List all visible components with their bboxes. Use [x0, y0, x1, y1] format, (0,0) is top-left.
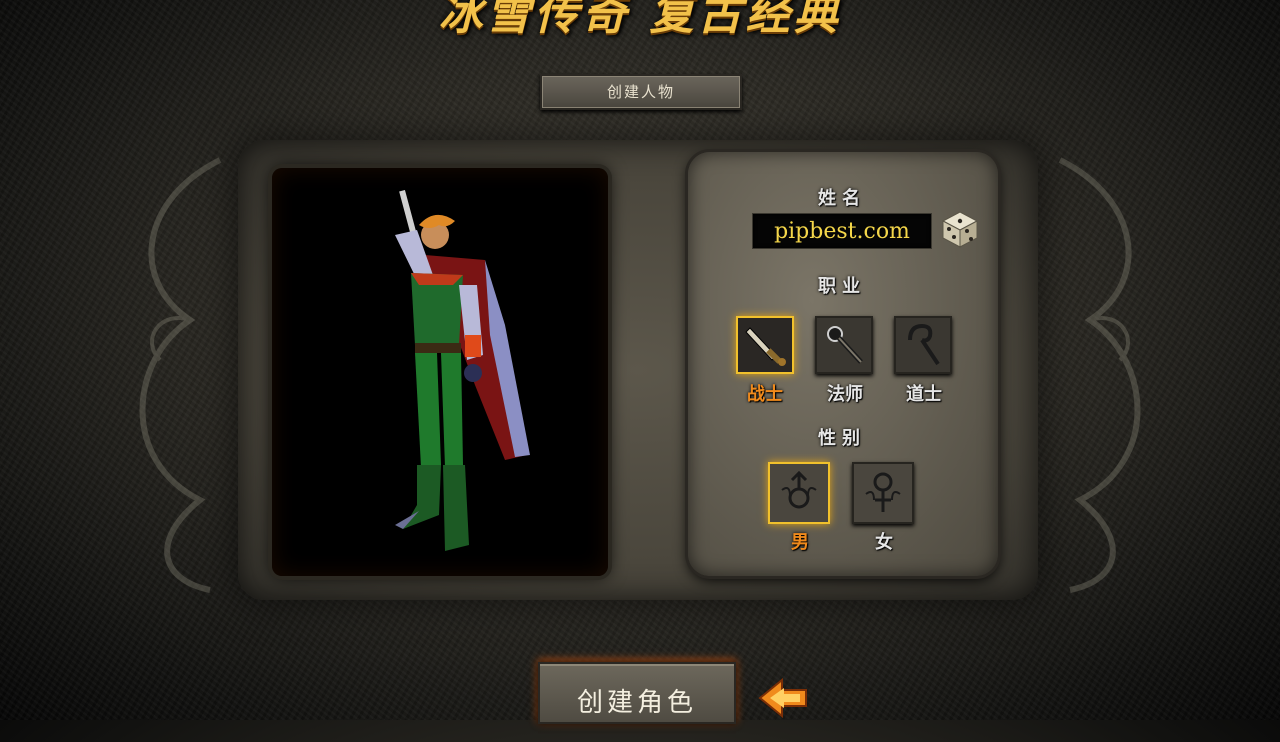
- create-character-button[interactable]: 创建角色: [538, 662, 736, 724]
- game-title-banner: 冰雪传奇 复古经典: [438, 0, 842, 40]
- male-symbol-icon: [770, 464, 828, 522]
- gender-male-label: 男: [791, 532, 809, 553]
- gender-female-button[interactable]: [852, 462, 914, 524]
- name-field-box: [752, 213, 932, 249]
- class-taoist-label: 道士: [906, 384, 942, 405]
- page-title: 创建人物: [540, 74, 742, 110]
- female-symbol-icon: [854, 464, 912, 522]
- class-mage-button[interactable]: [815, 316, 873, 374]
- gender-male-button[interactable]: [768, 462, 830, 524]
- right-ornament: [1058, 157, 1141, 593]
- name-input[interactable]: [753, 214, 931, 248]
- class-warrior-button[interactable]: [736, 316, 794, 374]
- gender-label: 性别: [818, 428, 866, 449]
- class-taoist-button[interactable]: [894, 316, 952, 374]
- arrow-left-icon: [758, 677, 807, 719]
- left-ornament: [139, 157, 222, 593]
- dice-icon[interactable]: [940, 209, 980, 249]
- crook-staff-icon: [896, 318, 950, 372]
- class-label: 职业: [818, 276, 866, 297]
- staff-orb-icon: [817, 318, 871, 372]
- name-label: 姓名: [818, 188, 866, 209]
- class-warrior-label: 战士: [747, 384, 783, 405]
- character-model: [395, 190, 530, 551]
- class-mage-label: 法师: [827, 384, 863, 405]
- gender-female-label: 女: [875, 532, 893, 553]
- sword-icon: [738, 318, 792, 372]
